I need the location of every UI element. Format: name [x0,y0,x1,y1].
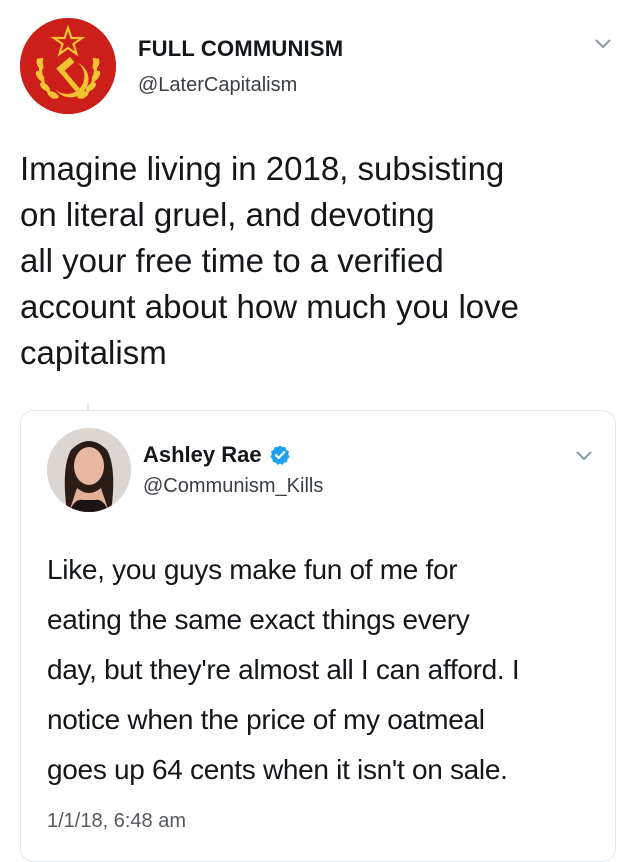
main-tweet-header: FULL COMMUNISM @LaterCapitalism [20,18,620,118]
chevron-down-icon[interactable] [594,38,612,50]
quoted-tweet-timestamp[interactable]: 1/1/18, 6:48 am [47,810,186,833]
profile-photo-icon [47,428,131,512]
quoted-tweet-card[interactable]: Ashley Rae @Communism_Kills Like, you gu… [20,410,616,862]
main-tweet-handle[interactable]: @LaterCapitalism [138,74,297,97]
quoted-tweet-handle[interactable]: @Communism_Kills [143,475,323,498]
main-tweet-display-name[interactable]: FULL COMMUNISM [138,36,343,62]
quoted-tweet-display-name[interactable]: Ashley Rae [143,442,262,468]
quoted-tweet-name-row: Ashley Rae [143,442,291,468]
quoted-tweet-avatar[interactable] [47,428,131,512]
verified-badge-icon [270,445,290,465]
hammer-sickle-star-wreath-icon [20,18,116,114]
chevron-down-icon[interactable] [575,450,593,462]
main-tweet-text: Imagine living in 2018, subsisting on li… [20,150,519,371]
quoted-tweet-text: Like, you guys make fun of me for eating… [47,554,520,785]
main-tweet-avatar[interactable] [20,18,116,114]
